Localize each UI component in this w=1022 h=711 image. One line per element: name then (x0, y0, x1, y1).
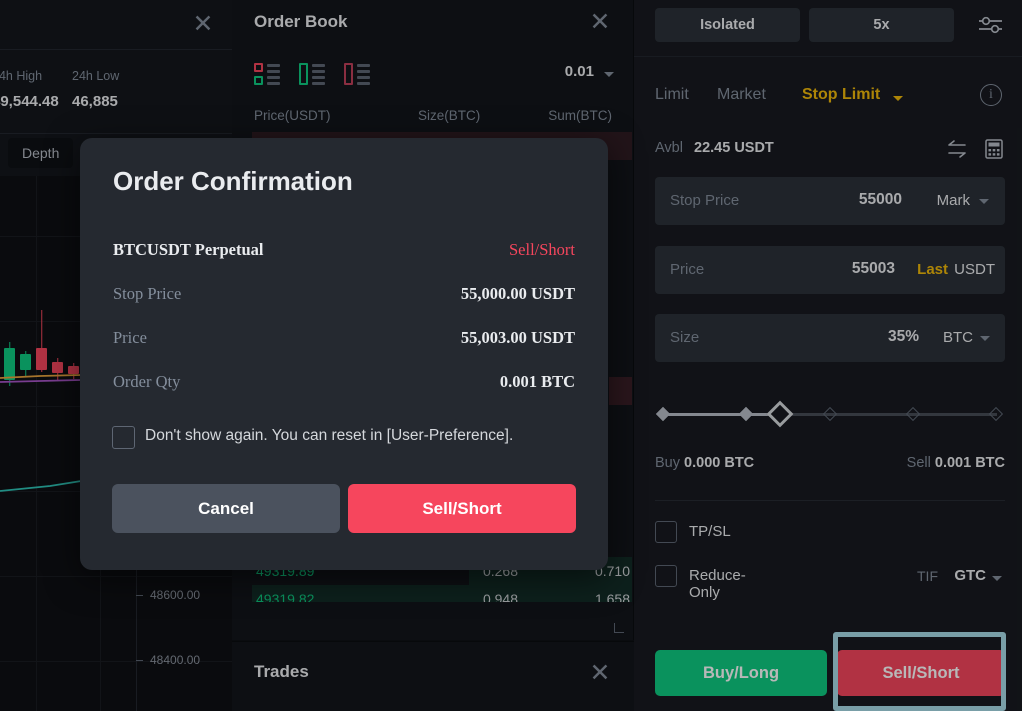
dialog-side: Sell/Short (508, 240, 575, 259)
dont-show-again-checkbox[interactable] (112, 426, 135, 449)
dialog-order-qty-row: Order Qty 0.001 BTC (113, 372, 575, 398)
row-value: 55,003.00 USDT (460, 328, 575, 347)
dialog-pair: BTCUSDT Perpetual (113, 240, 264, 259)
cancel-button[interactable]: Cancel (112, 484, 340, 533)
row-label: Price (113, 328, 147, 347)
dont-show-again-row[interactable]: Don't show again. You can reset in [User… (112, 426, 572, 452)
row-label: Stop Price (113, 284, 182, 303)
order-confirmation-dialog: Order Confirmation BTCUSDT Perpetual Sel… (80, 138, 608, 570)
dialog-stop-price-row: Stop Price 55,000.00 USDT (113, 284, 575, 310)
dont-show-again-label: Don't show again. You can reset in [User… (145, 427, 514, 444)
confirm-sell-short-button[interactable]: Sell/Short (348, 484, 576, 533)
dialog-price-row: Price 55,003.00 USDT (113, 328, 575, 354)
row-value: 0.001 BTC (499, 372, 575, 391)
row-value: 55,000.00 USDT (460, 284, 575, 303)
dialog-title: Order Confirmation (113, 166, 353, 196)
trading-app: ✕ 24h High 49,544.48 24h Low 46,885 › (0, 0, 1022, 711)
dialog-pair-row: BTCUSDT Perpetual Sell/Short (113, 240, 575, 266)
row-label: Order Qty (113, 372, 181, 391)
